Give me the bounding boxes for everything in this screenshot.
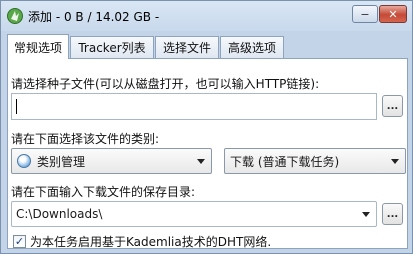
download-type-selected: 下载 (普通下载任务): [230, 154, 340, 169]
tab-general[interactable]: 常规选项: [7, 34, 69, 59]
chevron-down-icon: [391, 159, 399, 164]
torrent-file-input[interactable]: [11, 93, 377, 120]
browse-torrent-button[interactable]: ...: [382, 95, 403, 117]
category-selected: 类别管理: [37, 154, 86, 169]
torrent-file-label: 请选择种子文件(可以从磁盘打开，也可以输入HTTP链接):: [11, 77, 320, 91]
save-dir-value: C:\Downloads\: [16, 207, 103, 221]
tab-advanced[interactable]: 高级选项: [220, 36, 284, 58]
add-task-window: 添加 - 0 B / 14.02 GB - − ✕ 常规选项 Tracker列表…: [0, 0, 413, 254]
save-dir-label: 请在下面输入下载文件的保存目录:: [11, 185, 196, 199]
dht-label[interactable]: 为本任务启用基于Kademlia技术的DHT网络.: [30, 233, 271, 250]
dht-checkbox[interactable]: ✓: [13, 235, 26, 248]
save-dir-input[interactable]: C:\Downloads\: [11, 201, 377, 227]
close-button[interactable]: ✕: [379, 5, 407, 23]
category-select[interactable]: 类别管理: [11, 148, 212, 174]
browse-dir-button[interactable]: ...: [382, 203, 403, 225]
window-title: 添加 - 0 B / 14.02 GB -: [28, 10, 160, 24]
category-icon: [17, 154, 31, 168]
tab-tracker-list[interactable]: Tracker列表: [70, 36, 154, 58]
category-label: 请在下面选择该文件的类别:: [11, 132, 160, 146]
minimize-button[interactable]: −: [352, 5, 378, 23]
download-type-select[interactable]: 下载 (普通下载任务): [224, 148, 406, 174]
app-logo-icon: [7, 8, 23, 24]
title-bar[interactable]: 添加 - 0 B / 14.02 GB - − ✕: [1, 1, 412, 31]
chevron-down-icon: [197, 159, 205, 164]
text-caret: [16, 99, 17, 114]
tab-select-files[interactable]: 选择文件: [155, 36, 219, 58]
chevron-down-icon[interactable]: [362, 212, 370, 217]
general-panel: 请选择种子文件(可以从磁盘打开，也可以输入HTTP链接): ... 请在下面选择…: [7, 58, 408, 249]
